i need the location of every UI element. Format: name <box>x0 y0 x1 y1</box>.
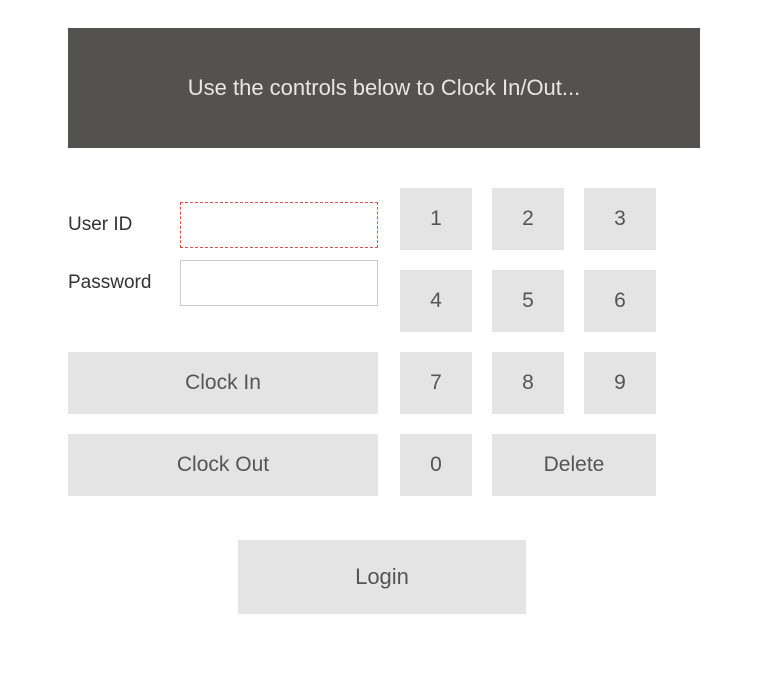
clock-out-button[interactable]: Clock Out <box>68 434 378 496</box>
keypad-2[interactable]: 2 <box>492 188 564 250</box>
userid-label: User ID <box>68 214 180 236</box>
keypad-8[interactable]: 8 <box>492 352 564 414</box>
keypad-0[interactable]: 0 <box>400 434 472 496</box>
keypad-3[interactable]: 3 <box>584 188 656 250</box>
keypad: 1 2 3 4 5 6 7 8 9 0 Delete <box>400 188 700 516</box>
keypad-9[interactable]: 9 <box>584 352 656 414</box>
userid-input[interactable] <box>180 202 378 248</box>
login-button[interactable]: Login <box>238 540 526 614</box>
keypad-6[interactable]: 6 <box>584 270 656 332</box>
keypad-4[interactable]: 4 <box>400 270 472 332</box>
password-label: Password <box>68 272 180 294</box>
keypad-delete[interactable]: Delete <box>492 434 656 496</box>
keypad-5[interactable]: 5 <box>492 270 564 332</box>
keypad-1[interactable]: 1 <box>400 188 472 250</box>
header-title: Use the controls below to Clock In/Out..… <box>188 75 581 101</box>
password-input[interactable] <box>180 260 378 306</box>
keypad-7[interactable]: 7 <box>400 352 472 414</box>
header-banner: Use the controls below to Clock In/Out..… <box>68 28 700 148</box>
clock-in-button[interactable]: Clock In <box>68 352 378 414</box>
